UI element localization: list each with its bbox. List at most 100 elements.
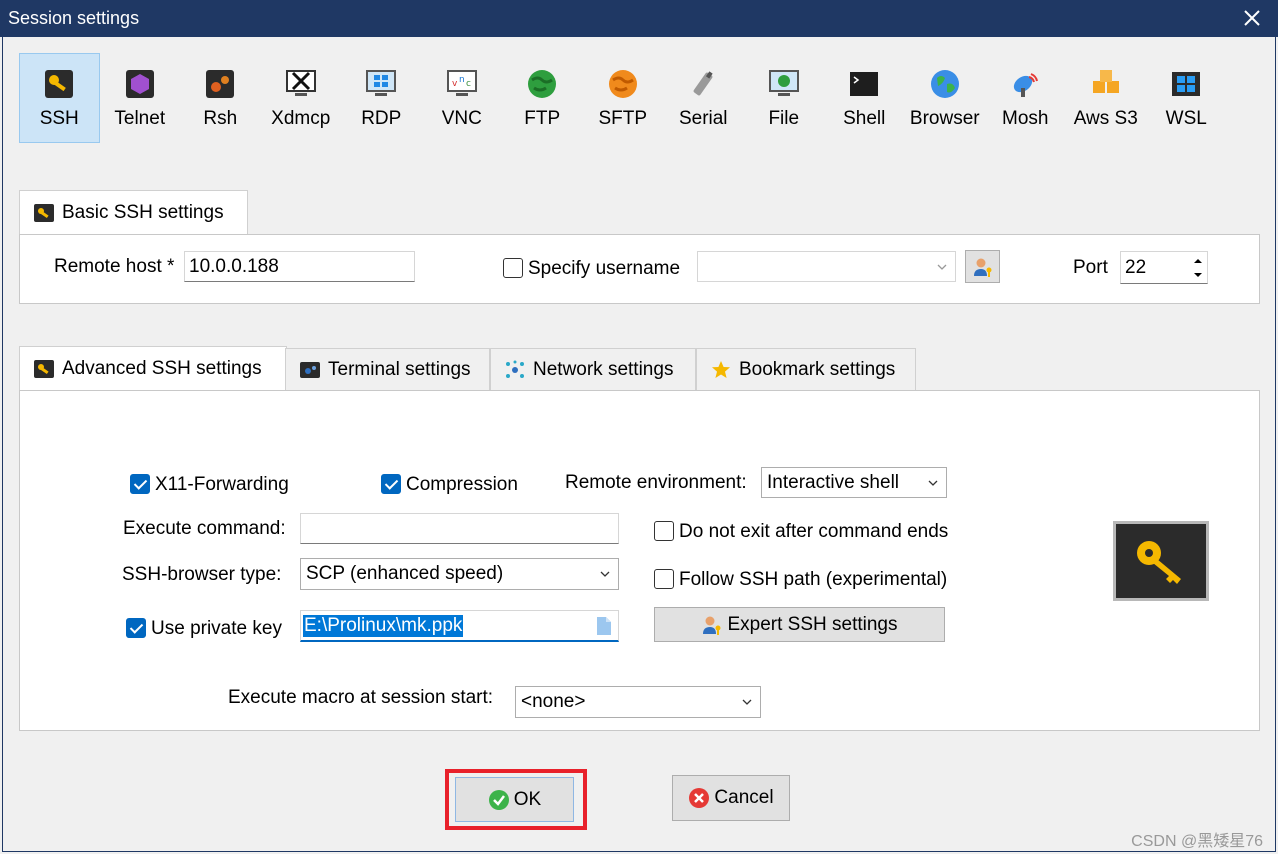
user-manager-button[interactable] (965, 250, 1000, 283)
ssh-browser-type-label: SSH-browser type: (122, 564, 282, 585)
tab-network-settings[interactable]: Network settings (490, 348, 696, 390)
title-bar: Session settings (0, 0, 1278, 37)
svg-text:n: n (459, 75, 465, 85)
ssh-browser-type-value: SCP (enhanced speed) (306, 563, 504, 584)
session-type-browser[interactable]: Browser (905, 53, 986, 143)
specify-username-checkbox[interactable] (503, 258, 523, 278)
expert-ssh-settings-button[interactable]: Expert SSH settings (654, 607, 945, 642)
file-browse-icon[interactable] (596, 616, 612, 636)
chevron-down-icon (937, 264, 947, 270)
remote-host-label: Remote host * (54, 256, 175, 277)
tab-terminal-settings[interactable]: Terminal settings (285, 348, 490, 390)
port-input[interactable]: 22 (1120, 251, 1208, 284)
compression-checkbox[interactable] (381, 474, 401, 494)
session-type-label: SFTP (598, 108, 648, 129)
session-type-aws-s3[interactable]: Aws S3 (1066, 53, 1147, 143)
session-type-xdmcp[interactable]: Xdmcp (261, 53, 342, 143)
serial-icon (687, 68, 719, 100)
ok-label: OK (513, 788, 542, 810)
session-type-label: Serial (678, 108, 728, 129)
port-value: 22 (1125, 256, 1147, 278)
session-type-shell[interactable]: Shell (824, 53, 905, 143)
remote-environment-select[interactable]: Interactive shell (761, 467, 947, 498)
satellite-icon (1009, 68, 1041, 100)
session-type-label: Mosh (1002, 108, 1049, 129)
telnet-icon (124, 68, 156, 100)
session-type-rdp[interactable]: RDP (341, 53, 422, 143)
user-key-icon (973, 258, 991, 277)
session-type-label: Browser (909, 108, 980, 129)
session-type-serial[interactable]: Serial (663, 53, 744, 143)
username-select[interactable] (697, 251, 956, 282)
session-type-ssh[interactable]: SSH (19, 53, 100, 143)
session-type-rsh[interactable]: Rsh (180, 53, 261, 143)
rsh-icon (204, 68, 236, 100)
cancel-button[interactable]: Cancel (672, 775, 790, 821)
x11-forwarding-label: X11-Forwarding (155, 474, 289, 495)
remote-environment-value: Interactive shell (767, 471, 900, 493)
chevron-down-icon (928, 480, 938, 486)
session-type-label: WSL (1165, 108, 1207, 129)
ssh-browser-type-select[interactable]: SCP (enhanced speed) (300, 558, 619, 590)
tab-bookmark-settings[interactable]: Bookmark settings (696, 348, 916, 390)
remote-host-input[interactable]: 10.0.0.188 (184, 251, 415, 282)
rdp-icon (365, 68, 397, 100)
key-icon (34, 203, 54, 223)
use-private-key-checkbox[interactable] (126, 618, 146, 638)
follow-ssh-path-checkbox[interactable] (654, 569, 674, 589)
execute-macro-label: Execute macro at session start: (228, 687, 494, 708)
ftp-icon (526, 68, 558, 100)
session-type-ftp[interactable]: FTP (502, 53, 583, 143)
large-key-icon (1113, 521, 1209, 601)
svg-text:c: c (466, 79, 471, 89)
session-type-label: Shell (843, 108, 886, 129)
advanced-settings-panel: X11-Forwarding Compression Remote enviro… (19, 390, 1260, 731)
session-type-label: Rsh (203, 108, 238, 129)
session-type-file[interactable]: File (744, 53, 825, 143)
do-not-exit-label: Do not exit after command ends (679, 521, 949, 542)
execute-command-input[interactable] (300, 513, 619, 544)
execute-command-label: Execute command: (123, 518, 286, 539)
terminal-icon (300, 360, 320, 380)
remote-host-value: 10.0.0.188 (189, 255, 279, 277)
compression-label: Compression (406, 474, 518, 495)
tab-basic-ssh-settings[interactable]: Basic SSH settings (19, 190, 248, 235)
vnc-icon: vnc (446, 68, 478, 100)
key-icon (43, 68, 75, 100)
shell-icon (848, 68, 880, 100)
session-type-wsl[interactable]: WSL (1146, 53, 1227, 143)
session-type-bar: SSH Telnet Rsh Xdmcp RDP v n c VNC FTP S… (19, 53, 1227, 143)
check-circle-icon (488, 789, 509, 810)
xdmcp-icon (285, 68, 317, 100)
chevron-down-icon (742, 699, 752, 705)
window-title: Session settings (8, 8, 140, 28)
session-type-sftp[interactable]: SFTP (583, 53, 664, 143)
session-type-vnc[interactable]: vnc VNC (422, 53, 503, 143)
user-key-icon (703, 616, 721, 635)
use-private-key-label: Use private key (151, 618, 282, 639)
private-key-path-value: E:\Prolinux\mk.ppk (303, 614, 464, 637)
cancel-label: Cancel (714, 787, 774, 808)
file-icon (768, 68, 800, 100)
ok-button[interactable]: OK (455, 777, 574, 822)
session-type-mosh[interactable]: Mosh (985, 53, 1066, 143)
do-not-exit-checkbox[interactable] (654, 521, 674, 541)
key-icon (34, 359, 54, 379)
x11-forwarding-checkbox[interactable] (130, 474, 150, 494)
private-key-path-input[interactable]: E:\Prolinux\mk.ppk (300, 610, 619, 642)
star-icon (711, 360, 731, 380)
tab-advanced-ssh-settings[interactable]: Advanced SSH settings (19, 346, 287, 391)
close-icon[interactable] (1240, 6, 1264, 30)
session-type-label: RDP (361, 108, 402, 129)
spin-down-icon[interactable] (1193, 272, 1203, 278)
session-type-telnet[interactable]: Telnet (100, 53, 181, 143)
execute-macro-select[interactable]: <none> (515, 686, 761, 718)
tab-label: Bookmark settings (739, 358, 896, 380)
network-icon (505, 360, 525, 380)
spin-up-icon[interactable] (1193, 258, 1203, 264)
specify-username-label: Specify username (528, 258, 681, 279)
session-type-label: File (768, 108, 800, 129)
watermark: CSDN @黑矮星76 (1131, 833, 1263, 850)
chevron-down-icon (600, 571, 610, 577)
aws-s3-icon (1090, 68, 1122, 100)
